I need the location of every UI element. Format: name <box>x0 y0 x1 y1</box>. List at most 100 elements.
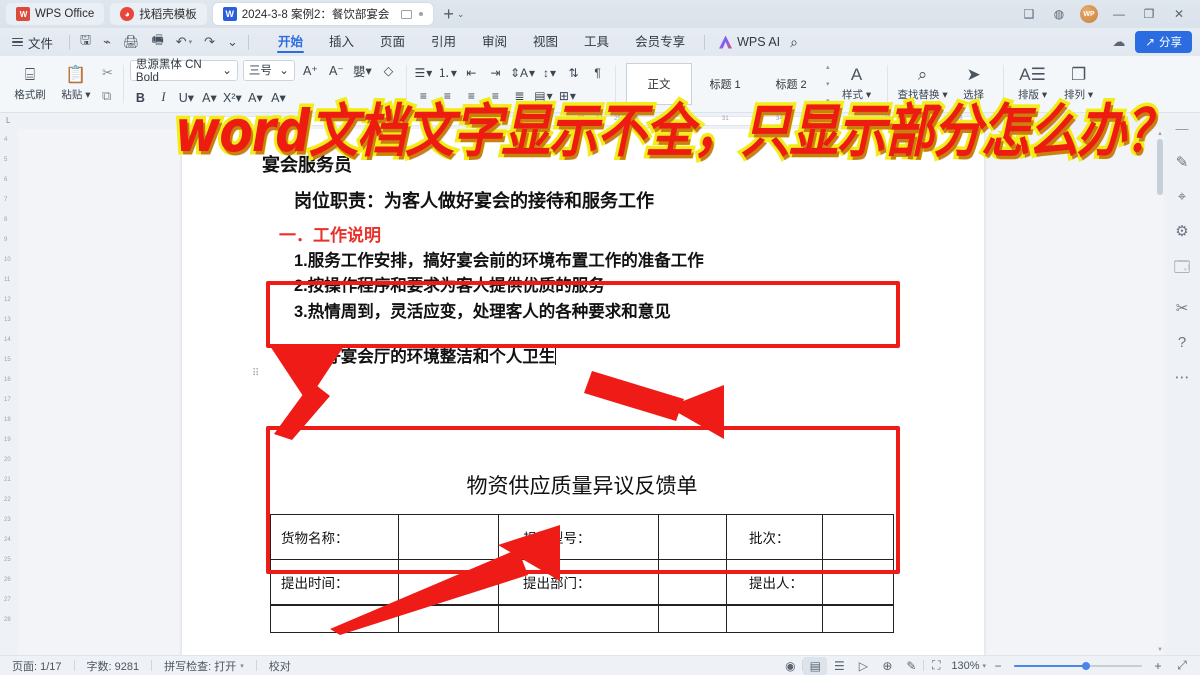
maximize-button[interactable]: ❐ <box>1134 0 1164 28</box>
page-layout-icon[interactable]: ▤ <box>803 656 828 675</box>
tab-insert[interactable]: 插入 <box>316 28 367 56</box>
highlighter-pen-icon[interactable]: ✎ <box>1176 153 1189 171</box>
chevron-down-icon[interactable]: ⌄ <box>457 9 465 20</box>
restore-layout-icon[interactable]: ❑ <box>1014 0 1044 28</box>
tab-reference[interactable]: 引用 <box>418 28 469 56</box>
format-painter-button[interactable]: ⌸ 格式刷 <box>7 58 53 110</box>
spellcheck-toggle[interactable]: 拼写检查: 打开 ▾ <box>152 658 256 674</box>
paste-button[interactable]: 📋 粘贴 ▾ <box>53 58 99 110</box>
tab-close-dot-icon[interactable] <box>419 12 424 16</box>
table-cell[interactable] <box>822 606 894 632</box>
clear-format-icon[interactable]: ◇ <box>378 60 399 81</box>
scroll-up-icon[interactable]: ▴ <box>826 63 830 71</box>
paragraph-spacing-icon[interactable]: ↕ ▾ <box>539 62 560 83</box>
search-icon[interactable]: ⌕ <box>790 34 798 51</box>
cursor-select-icon[interactable]: ⌖ <box>1178 188 1186 205</box>
minimize-button[interactable]: — <box>1104 0 1134 28</box>
vertical-scrollbar[interactable]: ▲ ▼ <box>1156 129 1164 655</box>
page-indicator[interactable]: 页面: 1/17 <box>0 658 74 674</box>
new-tab-button[interactable]: + ⌄ <box>443 5 465 23</box>
template-icon: ◕ <box>120 7 135 21</box>
file-menu-button[interactable]: 文件 <box>0 33 63 52</box>
present-mode-icon[interactable] <box>401 9 413 19</box>
settings-sliders-icon[interactable]: ⚙ <box>1175 222 1188 240</box>
tools-wand-icon[interactable]: ✂ <box>1176 299 1189 317</box>
close-button[interactable]: ✕ <box>1164 0 1194 28</box>
italic-button[interactable]: I <box>153 87 174 108</box>
document-canvas[interactable]: 宴会服务员 岗位职责：为客人做好宴会的接待和服务工作 一．工作说明 1.服务工作… <box>18 129 1182 655</box>
scroll-down-icon[interactable]: ▼ <box>1156 647 1164 653</box>
wps-ai-button[interactable]: WPS AI <box>719 35 780 49</box>
proofread-button[interactable]: 校对 <box>257 658 303 674</box>
divider <box>69 34 71 50</box>
tab-stop-selector[interactable]: L <box>6 116 10 125</box>
shrink-font-icon[interactable]: A⁻ <box>326 60 347 81</box>
sort-icon[interactable]: ⇅ <box>563 62 584 83</box>
vruler-tick: 5 <box>4 157 8 163</box>
vruler-tick: 17 <box>4 397 11 403</box>
tab-page[interactable]: 页面 <box>367 28 418 56</box>
bold-button[interactable]: B <box>130 87 151 108</box>
tab-member-exclusive[interactable]: 会员专享 <box>622 28 698 56</box>
vruler-tick: 9 <box>4 237 8 243</box>
vruler-tick: 8 <box>4 217 8 223</box>
help-circle-icon[interactable]: ? <box>1178 334 1186 351</box>
avatar[interactable]: WP <box>1080 5 1098 23</box>
share-button[interactable]: ↗ 分享 <box>1135 31 1192 53</box>
cloud-sync-icon[interactable]: ☁ <box>1112 34 1125 50</box>
doc-list-item: 1.服务工作安排，搞好宴会前的环境布置工作的准备工作 <box>294 252 704 270</box>
customize-qat-icon[interactable]: ⌄ <box>227 34 238 50</box>
zoom-level[interactable]: 130% <box>948 660 982 672</box>
tab-tools[interactable]: 工具 <box>571 28 622 56</box>
tab-find-template[interactable]: ◕ 找稻壳模板 <box>110 3 207 25</box>
document-page[interactable]: 宴会服务员 岗位职责：为客人做好宴会的接待和服务工作 一．工作说明 1.服务工作… <box>182 129 984 655</box>
tab-review[interactable]: 审阅 <box>469 28 520 56</box>
web-layout-icon[interactable]: ⊕ <box>875 657 899 675</box>
fit-page-icon[interactable]: ⤢ <box>1170 657 1194 675</box>
undo-icon[interactable]: ↶ ▾ <box>176 34 192 50</box>
print-icon[interactable]: 🖨 <box>123 34 140 50</box>
font-size-select[interactable]: 三号 ⌄ <box>242 59 295 81</box>
zoom-slider[interactable] <box>1014 657 1142 675</box>
print-preview-icon[interactable]: 🖷 <box>151 31 163 53</box>
scroll-down-icon[interactable]: ▾ <box>826 80 830 88</box>
bulleted-list-icon[interactable]: ☰ ▾ <box>413 62 434 83</box>
collapse-panel-icon[interactable]: — <box>1176 121 1189 136</box>
zoom-in-button[interactable]: + <box>1146 657 1170 675</box>
pen-markup-icon[interactable]: ✎ <box>899 657 923 675</box>
chevron-down-icon: ⌄ <box>279 65 289 77</box>
increase-indent-icon[interactable]: ⇥ <box>485 62 506 83</box>
vruler-tick: 26 <box>4 577 11 583</box>
save-as-icon[interactable]: ⌁ <box>103 34 111 50</box>
tab-active-document[interactable]: W 2024-3-8 案例2：餐饮部宴会 <box>212 3 434 25</box>
tab-view[interactable]: 视图 <box>520 28 571 56</box>
decrease-indent-icon[interactable]: ⇤ <box>461 62 482 83</box>
save-icon[interactable]: 🖫 <box>80 31 91 53</box>
share-label: 分享 <box>1159 37 1182 49</box>
pinyin-guide-icon[interactable]: 嬰 ▾ <box>352 60 373 81</box>
zoom-out-button[interactable]: − <box>986 657 1010 675</box>
screenshot-icon[interactable]: 🗔 <box>1174 257 1190 282</box>
show-formatting-marks-icon[interactable]: ¶ <box>587 62 608 83</box>
table-cell[interactable] <box>658 606 726 632</box>
outline-view-icon[interactable]: ☰ <box>827 657 851 675</box>
table-cell[interactable] <box>726 606 822 632</box>
fullscreen-icon[interactable]: ⛶ <box>924 657 948 675</box>
redo-icon[interactable]: ↷ <box>204 34 215 50</box>
tab-wps-office[interactable]: W WPS Office <box>6 3 105 25</box>
more-dots-icon[interactable]: ⋯ <box>1175 368 1190 386</box>
tab-start[interactable]: 开始 <box>265 28 316 56</box>
vertical-ruler[interactable]: 4 5 6 7 8 9 10 11 12 13 14 15 16 17 18 1… <box>0 129 18 655</box>
font-name-select[interactable]: 思源黑体 CN Bold ⌄ <box>129 59 238 84</box>
read-view-icon[interactable]: ▷ <box>851 657 875 675</box>
copy-icon[interactable]: ⧉ <box>102 88 113 104</box>
eye-preview-icon[interactable]: ◉ <box>778 657 802 675</box>
line-spacing-icon[interactable]: ⇕A ▾ <box>509 62 536 83</box>
word-count[interactable]: 字数: 9281 <box>75 658 152 674</box>
status-bar: 页面: 1/17 字数: 9281 拼写检查: 打开 ▾ 校对 ◉ ▤ ☰ ▷ … <box>0 655 1200 675</box>
slider-knob[interactable] <box>1082 661 1090 670</box>
grow-font-icon[interactable]: A⁺ <box>300 60 321 81</box>
globe-icon[interactable]: ◍ <box>1044 0 1074 28</box>
numbered-list-icon[interactable]: ⒈ ▾ <box>437 62 458 83</box>
cut-icon[interactable]: ✂ <box>102 65 113 81</box>
